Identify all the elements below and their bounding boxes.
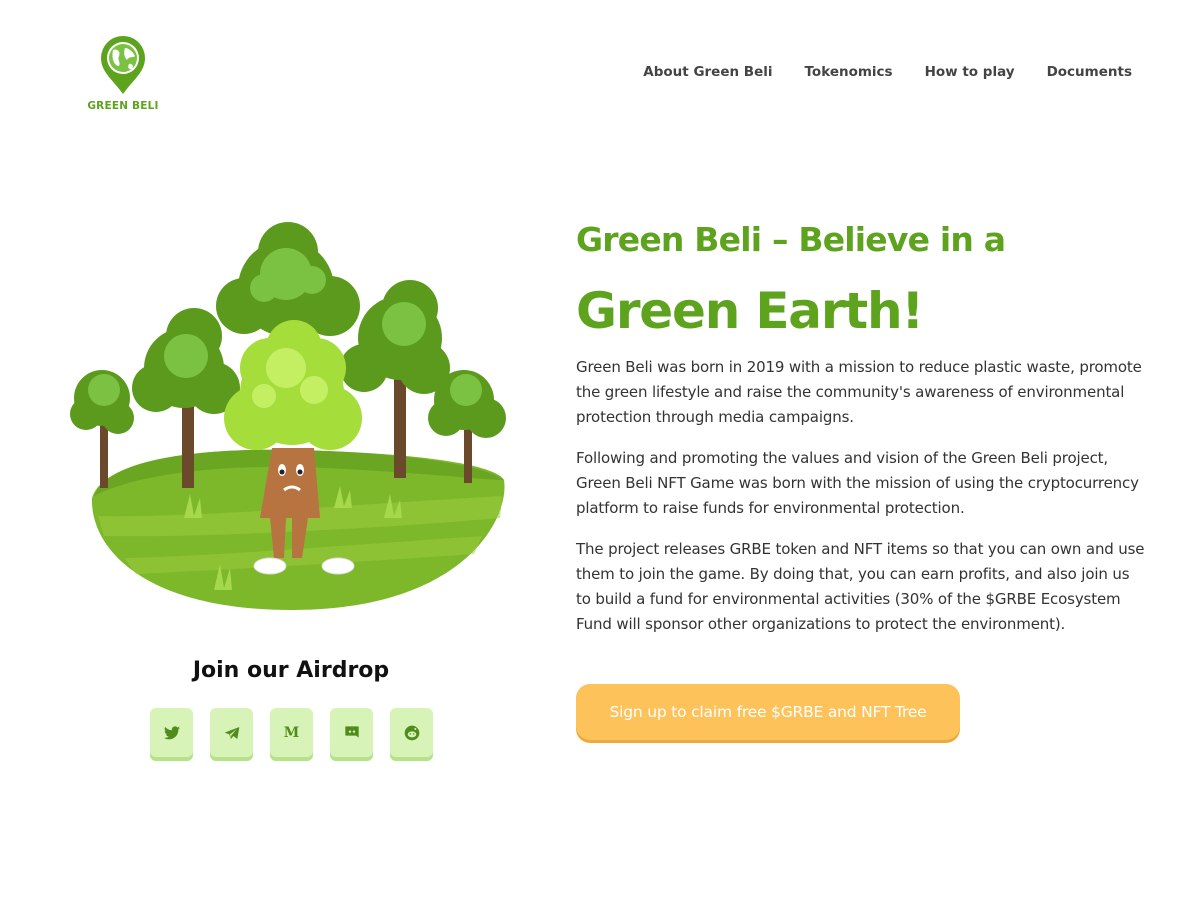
medium-icon: M	[283, 724, 300, 741]
hero-description: Green Beli was born in 2019 with a missi…	[576, 355, 1146, 653]
hero-illustration	[64, 218, 520, 618]
twitter-icon	[163, 725, 180, 739]
telegram-button[interactable]	[210, 708, 253, 757]
reddit-icon	[404, 725, 419, 740]
twitter-button[interactable]	[150, 708, 193, 757]
hero-paragraph-1: Green Beli was born in 2019 with a missi…	[576, 358, 1142, 426]
hero-paragraph-2: Following and promoting the values and v…	[576, 449, 1139, 517]
discord-button[interactable]	[330, 708, 373, 757]
reddit-button[interactable]	[390, 708, 433, 757]
signup-claim-button[interactable]: Sign up to claim free $GRBE and NFT Tree	[576, 684, 960, 740]
main-nav: About Green Beli Tokenomics How to play …	[643, 64, 1132, 80]
logo-text: GREEN BELI	[87, 100, 159, 112]
airdrop-title: Join our Airdrop	[192, 658, 390, 683]
header: GREEN BELI About Green Beli Tokenomics H…	[0, 0, 1200, 130]
hero-paragraph-3: The project releases GRBE token and NFT …	[576, 540, 1145, 633]
hero-title-line-2: Green Earth!	[576, 282, 924, 340]
discord-icon	[344, 725, 359, 738]
nav-about-green-beli[interactable]: About Green Beli	[643, 64, 772, 80]
nav-tokenomics[interactable]: Tokenomics	[805, 64, 893, 80]
nav-documents[interactable]: Documents	[1047, 64, 1132, 80]
logo[interactable]: GREEN BELI	[86, 36, 160, 116]
hero-title-line-1: Green Beli – Believe in a	[576, 220, 1006, 259]
nav-how-to-play[interactable]: How to play	[925, 64, 1015, 80]
social-links: M	[150, 708, 433, 757]
telegram-icon	[224, 726, 239, 739]
medium-button[interactable]: M	[270, 708, 313, 757]
globe-pin-icon	[101, 36, 145, 94]
